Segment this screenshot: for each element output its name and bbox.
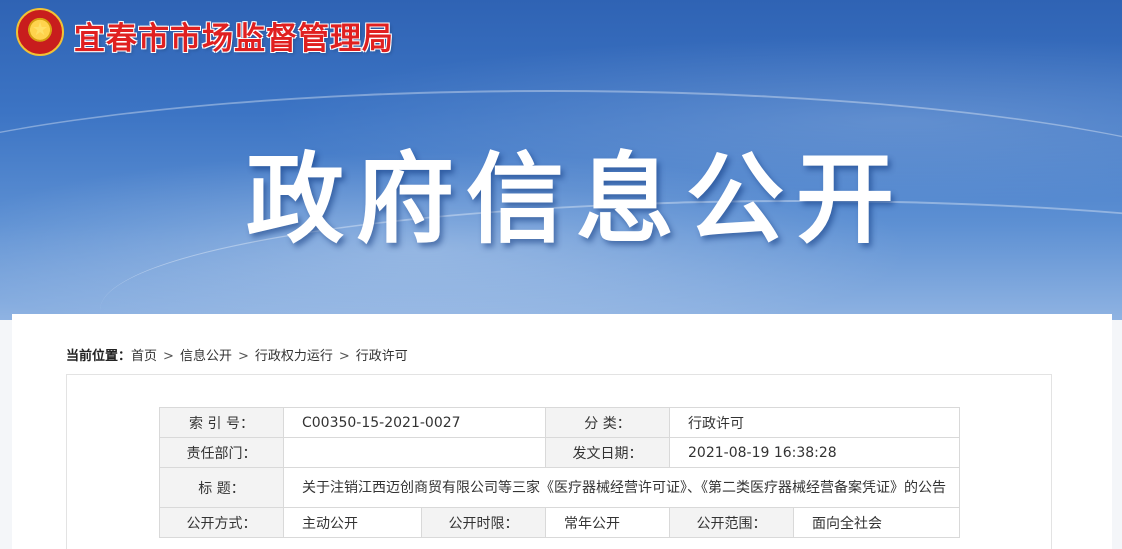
responsible-dept-label: 责任部门：: [159, 437, 284, 468]
responsible-dept-value: [282, 437, 547, 468]
index-number-value: C00350-15-2021-0027: [282, 407, 547, 438]
breadcrumb-separator: >: [338, 349, 350, 364]
table-row: 责任部门： 发文日期： 2021-08-19 16:38:28: [159, 437, 961, 468]
breadcrumb-separator: >: [163, 349, 174, 364]
header-banner: 宜春市市场监督管理局 政府信息公开: [0, 0, 1122, 320]
disclosure-scope-value: 面向全社会: [793, 507, 961, 538]
breadcrumb-link-admin-license[interactable]: 行政许可: [356, 349, 408, 364]
disclosure-scope-label: 公开范围：: [669, 507, 795, 538]
national-emblem-icon: [16, 8, 64, 56]
category-value: 行政许可: [669, 407, 961, 438]
breadcrumb: 当前位置：首页 > 信息公开 > 行政权力运行 > 行政许可: [66, 345, 408, 364]
breadcrumb-link-info-public[interactable]: 信息公开: [180, 349, 232, 364]
issue-date-label: 发文日期：: [545, 437, 671, 468]
index-number-label: 索 引 号：: [159, 407, 284, 438]
disclosure-period-label: 公开时限：: [420, 507, 547, 538]
org-title[interactable]: 宜春市市场监督管理局: [74, 13, 394, 58]
issue-date-value: 2021-08-19 16:38:28: [669, 437, 961, 468]
disclosure-mode-label: 公开方式：: [159, 507, 284, 538]
disclosure-mode-value: 主动公开: [283, 507, 422, 538]
category-label: 分 类：: [545, 407, 671, 438]
table-row: 公开方式： 主动公开 公开时限： 常年公开 公开范围： 面向全社会: [159, 507, 961, 538]
title-label: 标 题：: [159, 467, 284, 508]
title-value: 关于注销江西迈创商贸有限公司等三家《医疗器械经营许可证》、《第二类医疗器械经营备…: [282, 467, 961, 508]
info-meta-table: 索 引 号： C00350-15-2021-0027 分 类： 行政许可 责任部…: [159, 407, 961, 538]
disclosure-period-value: 常年公开: [545, 507, 671, 538]
breadcrumb-link-admin-power[interactable]: 行政权力运行: [255, 349, 333, 364]
breadcrumb-separator: >: [237, 349, 249, 364]
banner-title: 政府信息公开: [246, 143, 907, 257]
breadcrumb-lead: 当前位置：: [66, 349, 132, 364]
table-row: 标 题： 关于注销江西迈创商贸有限公司等三家《医疗器械经营许可证》、《第二类医疗…: [159, 467, 961, 508]
breadcrumb-link-home[interactable]: 首页: [131, 349, 157, 364]
table-row: 索 引 号： C00350-15-2021-0027 分 类： 行政许可: [159, 407, 961, 438]
